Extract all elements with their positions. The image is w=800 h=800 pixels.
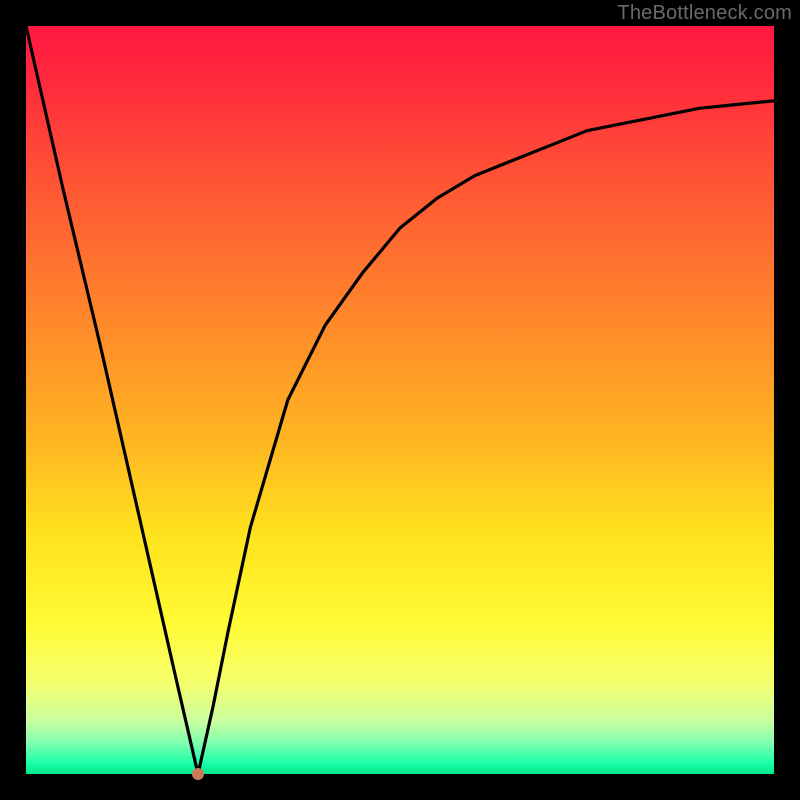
watermark-text: TheBottleneck.com bbox=[617, 2, 792, 25]
minimum-marker-dot bbox=[192, 768, 204, 780]
bottleneck-curve bbox=[26, 26, 774, 774]
curve-svg bbox=[26, 26, 774, 774]
chart-frame: TheBottleneck.com bbox=[0, 0, 800, 800]
plot-area bbox=[26, 26, 774, 774]
